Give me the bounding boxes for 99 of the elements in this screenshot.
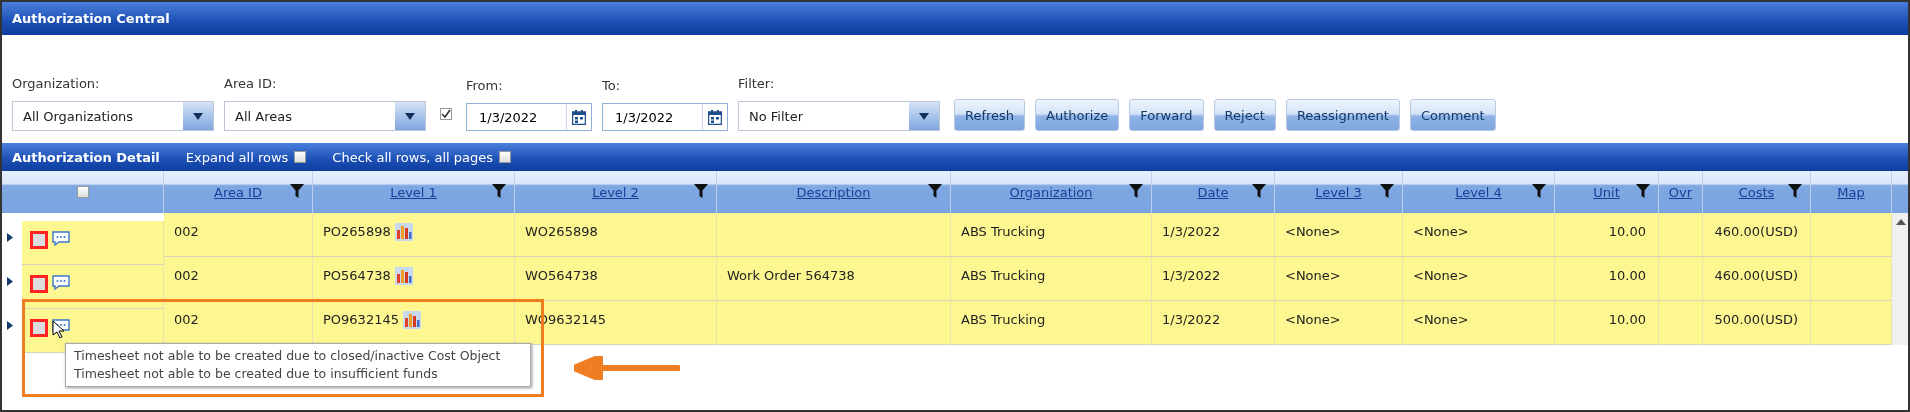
- filter-icon[interactable]: [1636, 184, 1650, 198]
- row-checkbox[interactable]: [30, 231, 48, 249]
- filter-icon[interactable]: [290, 184, 304, 198]
- bar-chart-icon: [402, 310, 421, 329]
- table-cell: <None>: [1275, 301, 1403, 345]
- column-header[interactable]: Level 3: [1315, 184, 1362, 200]
- table-cell: WO9632145: [515, 301, 717, 345]
- column-header[interactable]: Level 4: [1455, 184, 1502, 200]
- cell-text: PO564738: [323, 268, 391, 283]
- column-header[interactable]: Costs: [1738, 184, 1775, 200]
- column-header[interactable]: Level 1: [390, 184, 437, 200]
- column-header[interactable]: Date: [1197, 184, 1229, 200]
- dropdown-field[interactable]: All Areas: [224, 101, 426, 131]
- tooltip-text: Timesheet not able to be created due to closed/inactive Cost Object: [74, 347, 502, 365]
- checkbox[interactable]: [294, 151, 307, 163]
- dropdown-caret-icon: [193, 112, 203, 120]
- bar-chart-icon: [394, 222, 413, 241]
- expand-arrow-icon: [7, 233, 13, 242]
- table-cell: 1/3/2022: [1152, 213, 1275, 257]
- toolbar-button[interactable]: Authorize: [1035, 99, 1120, 131]
- table-cell: 10.00: [1555, 257, 1659, 301]
- field-label: Filter:: [738, 76, 776, 91]
- row-checkbox[interactable]: [30, 319, 48, 337]
- comment-icon: [52, 231, 70, 246]
- calendar-icon: [708, 109, 722, 125]
- table-cell: 1/3/2022: [1152, 257, 1275, 301]
- tooltip-text: Timesheet not able to be created due to insufficient funds: [74, 365, 439, 383]
- filter-icon[interactable]: [1380, 184, 1394, 198]
- filter-icon[interactable]: [1252, 184, 1266, 198]
- table-cell: <None>: [1403, 301, 1555, 345]
- table-cell: 460.00(USD): [1703, 257, 1811, 301]
- table-cell: <None>: [1275, 257, 1403, 301]
- filter-icon[interactable]: [928, 184, 942, 198]
- column-header[interactable]: Level 2: [592, 184, 639, 200]
- date-field[interactable]: 1/3/2022: [466, 103, 592, 131]
- checkbox[interactable]: [499, 151, 511, 163]
- table-cell: <None>: [1403, 257, 1555, 301]
- field-label: To:: [602, 78, 622, 93]
- column-header[interactable]: Map: [1837, 184, 1865, 200]
- scroll-up-icon[interactable]: [1896, 219, 1906, 225]
- column-header[interactable]: Organization: [1009, 184, 1093, 200]
- column-header[interactable]: Unit: [1593, 184, 1620, 200]
- table-cell: ABS Trucking: [951, 213, 1152, 257]
- table-cell: 002: [164, 213, 313, 257]
- bar-chart-icon: [394, 266, 413, 285]
- table-cell: WO265898: [515, 213, 717, 257]
- comment-icon: [52, 275, 70, 290]
- table-cell: 10.00: [1555, 213, 1659, 257]
- field-label: Area ID:: [224, 76, 278, 91]
- filter-icon[interactable]: [1788, 184, 1802, 198]
- table-cell: 460.00(USD): [1703, 213, 1811, 257]
- table-cell: 002: [164, 301, 313, 345]
- table-cell: <None>: [1275, 213, 1403, 257]
- table-cell: WO564738: [515, 257, 717, 301]
- column-header[interactable]: Ovr: [1668, 184, 1693, 200]
- field-label: From:: [466, 78, 504, 93]
- option-label: Expand all rows: [185, 149, 289, 165]
- toolbar-button[interactable]: Comment: [1409, 99, 1496, 131]
- checkbox[interactable]: [440, 108, 452, 120]
- field-label: Organization:: [12, 76, 101, 91]
- filter-icon[interactable]: [1129, 184, 1143, 198]
- row-checkbox[interactable]: [30, 275, 48, 293]
- window-title: Authorization Central: [12, 11, 170, 26]
- table-cell: [1659, 301, 1703, 345]
- table-cell: [1659, 257, 1703, 301]
- expand-arrow-icon: [7, 321, 13, 330]
- dropdown-field[interactable]: No Filter: [738, 101, 940, 131]
- scrollbar[interactable]: [1892, 213, 1908, 345]
- dropdown-caret-icon: [405, 112, 415, 120]
- option-label: Check all rows, all pages: [332, 149, 493, 165]
- table-cell: 1/3/2022: [1152, 301, 1275, 345]
- table-cell: ABS Trucking: [951, 257, 1152, 301]
- table-cell: <None>: [1403, 213, 1555, 257]
- filter-icon[interactable]: [1532, 184, 1546, 198]
- select-all-checkbox[interactable]: [76, 186, 89, 198]
- toolbar-button[interactable]: Reject: [1213, 99, 1276, 131]
- filter-icon[interactable]: [492, 184, 506, 198]
- cursor-icon: [52, 320, 64, 338]
- expand-arrow-icon: [7, 277, 13, 286]
- calendar-icon: [572, 109, 586, 125]
- section-title: Authorization Detail: [12, 149, 160, 165]
- table-cell: ABS Trucking: [951, 301, 1152, 345]
- table-cell: 500.00(USD): [1703, 301, 1811, 345]
- dropdown-caret-icon: [919, 112, 929, 120]
- toolbar-button[interactable]: Forward: [1129, 99, 1204, 131]
- column-header[interactable]: Description: [796, 184, 871, 200]
- date-field[interactable]: 1/3/2022: [602, 103, 728, 131]
- dropdown-field[interactable]: All Organizations: [12, 101, 214, 131]
- table-cell: 10.00: [1555, 301, 1659, 345]
- cell-text: PO9632145: [323, 312, 399, 327]
- table-cell: [1659, 213, 1703, 257]
- table-cell: Work Order 564738: [717, 257, 951, 301]
- toolbar-button[interactable]: Reassignment: [1285, 99, 1400, 131]
- table-cell: 002: [164, 257, 313, 301]
- toolbar-button[interactable]: Refresh: [954, 99, 1026, 131]
- cell-text: PO265898: [323, 224, 391, 239]
- arrow-icon: [574, 356, 680, 380]
- column-header[interactable]: Area ID: [214, 184, 262, 200]
- filter-icon[interactable]: [694, 184, 708, 198]
